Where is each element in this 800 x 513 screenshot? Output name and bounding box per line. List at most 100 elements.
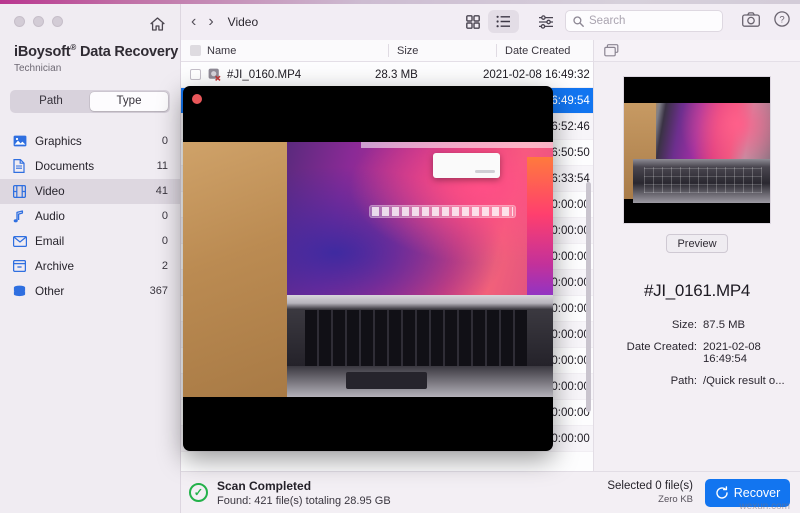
scan-complete-check-icon: ✓ — [189, 483, 208, 502]
metadata-key: Path: — [608, 375, 703, 387]
close-icon[interactable] — [192, 94, 202, 104]
forward-button[interactable]: › — [208, 14, 213, 30]
sidebar-item-label: Email — [30, 235, 162, 248]
sidebar-item-label: Graphics — [30, 135, 162, 148]
recover-button-label: Recover — [734, 486, 781, 500]
metadata-key: Date Created: — [608, 341, 703, 365]
video-desk-surface — [183, 142, 287, 397]
minimize-window-button[interactable] — [33, 16, 44, 27]
detail-panel-header — [594, 40, 800, 62]
video-laptop-screen — [287, 142, 553, 300]
document-icon — [13, 159, 30, 174]
sidebar-item-label: Video — [30, 185, 156, 198]
search-input[interactable]: Search — [565, 10, 723, 32]
thumbnail-keyboard — [633, 159, 770, 203]
app-window: iBoysoft® Data Recovery Technician Path … — [0, 4, 800, 513]
detail-metadata: Size: 87.5 MB Date Created: 2021-02-08 1… — [594, 319, 800, 397]
search-placeholder: Search — [589, 15, 625, 27]
path-type-segmented-control[interactable]: Path Type — [10, 90, 170, 113]
sidebar-item-count: 2 — [162, 260, 168, 272]
layers-icon[interactable] — [604, 44, 619, 57]
scan-status-subtitle: Found: 421 file(s) totaling 28.95 GB — [217, 495, 391, 507]
video-dock — [369, 205, 516, 218]
sidebar-item-count: 0 — [162, 210, 168, 222]
segment-type[interactable]: Type — [90, 92, 168, 111]
metadata-row-path: Path: /Quick result o... — [608, 375, 786, 387]
toolbar: ‹ › Video — [181, 4, 800, 40]
row-checkbox[interactable] — [190, 69, 201, 80]
status-bar: ✓ Scan Completed Found: 421 file(s) tota… — [181, 471, 800, 513]
close-window-button[interactable] — [14, 16, 25, 27]
detail-panel: Preview #JI_0161.MP4 Size: 87.5 MB Date … — [594, 40, 800, 471]
sidebar-item-other[interactable]: Other 367 — [0, 279, 180, 304]
selected-files-size: Zero KB — [607, 494, 693, 505]
view-mode-group — [457, 10, 519, 33]
scan-status-title: Scan Completed — [217, 479, 391, 493]
watermark: wexun.com — [739, 501, 790, 512]
sidebar-item-documents[interactable]: Documents 11 — [0, 154, 180, 179]
sidebar-item-count: 0 — [162, 235, 168, 247]
image-icon — [13, 134, 30, 149]
breadcrumb: Video — [228, 15, 258, 29]
sidebar-item-audio[interactable]: Audio 0 — [0, 204, 180, 229]
recover-icon — [715, 486, 729, 500]
video-icon — [13, 184, 30, 199]
category-list: Graphics 0 Documents 11 Video 41 Audio 0… — [0, 129, 180, 304]
column-header-name[interactable]: Name — [203, 40, 388, 61]
brand-name: iBoysoft — [14, 44, 70, 60]
video-laptop-keyboard — [305, 310, 527, 366]
camera-icon[interactable] — [742, 12, 760, 27]
sidebar-item-count: 367 — [150, 285, 168, 297]
video-file-icon — [208, 68, 221, 81]
column-header-date[interactable]: Date Created — [496, 40, 593, 61]
sidebar-item-label: Documents — [30, 160, 157, 173]
edition-label: Technician — [14, 63, 180, 74]
video-finder-window — [433, 153, 500, 178]
video-screen-edge — [527, 157, 553, 300]
sidebar-item-count: 11 — [157, 160, 168, 172]
main-area: ‹ › Video — [181, 4, 800, 513]
music-note-icon — [13, 209, 30, 224]
sidebar-item-count: 0 — [162, 135, 168, 147]
row-file-name: #JI_0160.MP4 — [227, 69, 301, 81]
envelope-icon — [13, 234, 30, 249]
row-name-cell: #JI_0160.MP4 — [181, 68, 366, 81]
file-list-header: Name Size Date Created — [181, 40, 593, 62]
metadata-row-size: Size: 87.5 MB — [608, 319, 786, 331]
sidebar-item-count: 41 — [156, 185, 168, 197]
preview-thumbnail[interactable] — [623, 76, 771, 224]
brand-product: Data Recovery — [76, 44, 178, 60]
segment-path[interactable]: Path — [12, 92, 90, 111]
detail-file-name: #JI_0161.MP4 — [594, 281, 800, 301]
table-row[interactable]: #JI_0160.MP4 28.3 MB 2021-02-08 16:49:32 — [181, 62, 593, 88]
select-all-checkbox[interactable] — [190, 45, 201, 56]
back-button[interactable]: ‹ — [191, 14, 196, 30]
metadata-value: /Quick result o... — [703, 375, 786, 387]
sidebar-item-label: Audio — [30, 210, 162, 223]
vertical-scrollbar[interactable] — [586, 182, 591, 412]
metadata-value: 87.5 MB — [703, 319, 786, 331]
sidebar-item-archive[interactable]: Archive 2 — [0, 254, 180, 279]
filter-settings-icon[interactable] — [535, 11, 557, 32]
video-player-window[interactable] — [183, 86, 553, 451]
sidebar-item-label: Other — [30, 285, 150, 298]
sidebar-item-graphics[interactable]: Graphics 0 — [0, 129, 180, 154]
list-view-button[interactable] — [488, 10, 519, 33]
sidebar-item-email[interactable]: Email 0 — [0, 229, 180, 254]
navigation-arrows: ‹ › — [191, 14, 214, 30]
column-header-size[interactable]: Size — [388, 40, 496, 61]
app-title: iBoysoft® Data Recovery — [14, 43, 180, 60]
help-icon[interactable]: ? — [774, 11, 790, 27]
row-date-cell: 2021-02-08 16:49:32 — [474, 69, 593, 81]
metadata-key: Size: — [608, 319, 703, 331]
sidebar-item-label: Archive — [30, 260, 162, 273]
sidebar-item-video[interactable]: Video 41 — [0, 179, 180, 204]
home-icon[interactable] — [146, 13, 168, 35]
maximize-window-button[interactable] — [52, 16, 63, 27]
selected-files-count: Selected 0 file(s) — [607, 480, 693, 492]
preview-button[interactable]: Preview — [666, 234, 728, 253]
grid-view-button[interactable] — [457, 10, 488, 33]
preview-thumbnail-wrap — [594, 76, 800, 224]
row-size-cell: 28.3 MB — [366, 69, 474, 81]
search-icon — [573, 16, 584, 27]
